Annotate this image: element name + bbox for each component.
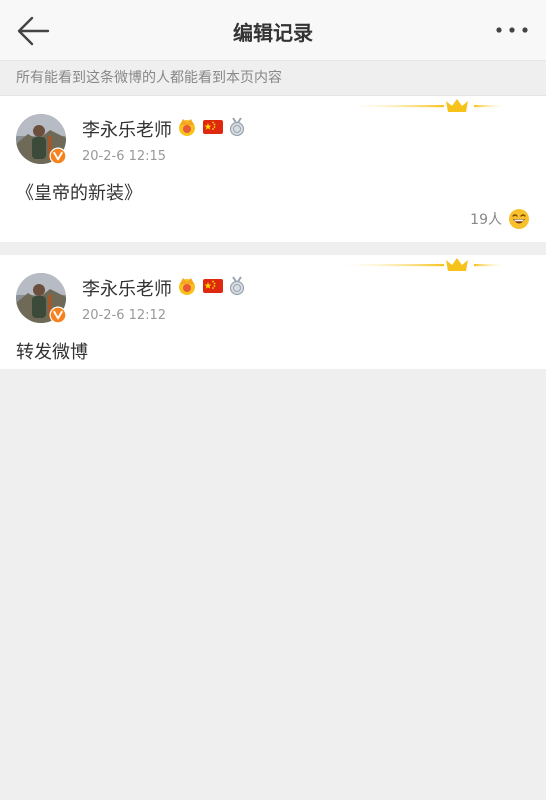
avatar[interactable] — [16, 114, 67, 165]
edit-record-card[interactable]: 李永乐老师 20-2-6 12 — [0, 255, 546, 369]
author-name-text: 李永乐老师 — [82, 279, 172, 300]
china-flag-icon — [202, 118, 224, 141]
likes[interactable]: 19人 — [470, 208, 530, 230]
author-name-text: 李永乐老师 — [82, 120, 172, 141]
medal-icon — [228, 275, 246, 301]
more-button[interactable] — [494, 20, 530, 40]
likes-count: 19人 — [470, 212, 502, 228]
crown-vip-icon — [176, 276, 198, 301]
verified-v-icon — [49, 147, 67, 165]
crown-decoration-icon — [340, 258, 504, 271]
author-name[interactable]: 李永乐老师 — [82, 275, 246, 301]
avatar[interactable] — [16, 273, 67, 324]
author-name[interactable]: 李永乐老师 — [82, 116, 246, 142]
more-dots-icon — [496, 27, 528, 33]
crown-vip-icon — [176, 117, 198, 142]
crown-decoration-icon — [348, 99, 504, 112]
top-bar: 编辑记录 — [0, 0, 546, 61]
page-title: 编辑记录 — [233, 21, 313, 45]
post-text: 《皇帝的新装》 — [16, 183, 142, 204]
post-timestamp: 20-2-6 12:15 — [82, 149, 167, 164]
post-timestamp: 20-2-6 12:12 — [82, 308, 167, 323]
visibility-notice: 所有能看到这条微博的人都能看到本页内容 — [0, 61, 546, 96]
laughing-emoji-icon — [509, 209, 529, 229]
edit-record-card[interactable]: 李永乐老师 20-2-6 12 — [0, 96, 546, 242]
china-flag-icon — [202, 277, 224, 300]
medal-icon — [228, 116, 246, 142]
verified-v-icon — [49, 306, 67, 324]
post-text: 转发微博 — [16, 342, 88, 363]
